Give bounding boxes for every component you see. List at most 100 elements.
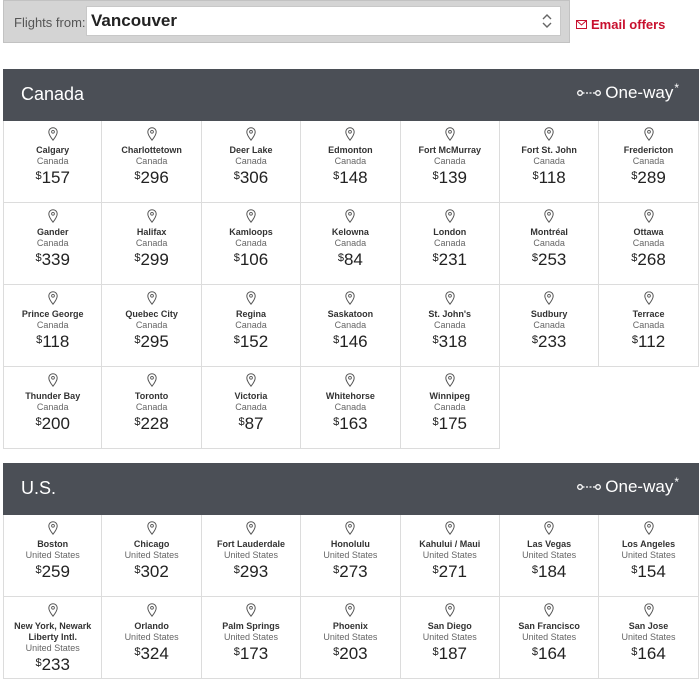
destination-card[interactable]: Palm Springs United States $173 — [201, 597, 302, 679]
destination-card[interactable]: San Jose United States $164 — [599, 597, 699, 679]
email-offers-link[interactable]: Email offers — [576, 16, 665, 32]
price-amount: 163 — [339, 414, 368, 433]
destination-card[interactable]: Orlando United States $324 — [102, 597, 202, 679]
destination-price: $112 — [599, 332, 697, 351]
destination-city: Edmonton — [328, 145, 373, 155]
destination-country: Canada — [533, 156, 565, 166]
destination-card[interactable]: Gander Canada $339 — [3, 203, 103, 285]
destination-card[interactable]: Prince George Canada $118 — [3, 285, 103, 367]
destination-city: Victoria — [234, 391, 268, 401]
destination-card[interactable]: Calgary Canada $157 — [3, 121, 103, 203]
destination-city: Kamloops — [229, 227, 273, 237]
destination-card[interactable]: Halifax Canada $299 — [102, 203, 202, 285]
destination-city: St. John's — [428, 309, 472, 319]
chevron-up-down-icon — [542, 14, 552, 28]
destinations-grid: Boston United States $259 Chicago United Sta… — [3, 515, 699, 679]
destination-card[interactable]: Chicago United States $302 — [102, 515, 202, 597]
price-amount: 184 — [538, 562, 567, 581]
destination-card[interactable]: Fort Lauderdale United States $293 — [201, 515, 302, 597]
destination-card[interactable]: Saskatoon Canada $146 — [301, 285, 401, 367]
map-pin-icon — [47, 127, 58, 141]
map-pin-icon — [146, 291, 157, 305]
map-pin-icon — [47, 603, 58, 617]
destination-price: $84 — [301, 250, 399, 269]
destination-card[interactable]: Kahului / Maui United States $271 — [400, 515, 500, 597]
destination-price: $163 — [301, 414, 399, 433]
destination-card[interactable]: Winnipeg Canada $175 — [400, 367, 500, 449]
destination-city: London — [433, 227, 467, 237]
destination-card[interactable]: London Canada $231 — [400, 203, 500, 285]
destination-card[interactable]: New York, Newark Liberty Intl. United Sta… — [3, 597, 103, 679]
destination-card[interactable]: Las Vegas United States $184 — [499, 515, 600, 597]
destination-price: $164 — [599, 644, 697, 663]
section-title: Canada — [21, 84, 85, 104]
destination-price: $187 — [401, 644, 499, 663]
destination-price: $173 — [202, 644, 300, 663]
destination-price: $148 — [301, 168, 399, 187]
destination-country: Canada — [235, 402, 267, 412]
destination-card[interactable]: Regina Canada $152 — [201, 285, 302, 367]
destination-card[interactable]: Terrace Canada $112 — [599, 285, 699, 367]
destination-card[interactable]: Deer Lake Canada $306 — [201, 121, 302, 203]
section-header: Canada One-way * — [3, 69, 699, 121]
destination-card[interactable]: Charlottetown Canada $296 — [102, 121, 202, 203]
destination-card[interactable]: Boston United States $259 — [3, 515, 103, 597]
destination-country: United States — [621, 550, 676, 560]
destination-card[interactable]: Fort St. John Canada $118 — [499, 121, 600, 203]
price-amount: 293 — [239, 562, 269, 581]
currency-symbol: $ — [333, 564, 340, 576]
destination-card[interactable]: Fredericton Canada $289 — [599, 121, 699, 203]
destination-card[interactable]: Montréal Canada $253 — [499, 203, 600, 285]
destination-card[interactable]: Whitehorse Canada $163 — [301, 367, 401, 449]
destination-card[interactable]: Toronto Canada $228 — [102, 367, 202, 449]
route-icon — [577, 90, 602, 96]
origin-select[interactable]: Vancouver — [86, 6, 561, 36]
destination-country: Canada — [36, 402, 69, 412]
destination-card[interactable]: San Francisco United States $164 — [499, 597, 600, 679]
map-pin-icon — [47, 291, 58, 305]
asterisk: * — [674, 475, 679, 489]
map-pin-icon — [246, 209, 256, 223]
currency-symbol: $ — [631, 334, 639, 346]
destination-card[interactable]: Edmonton Canada $148 — [301, 121, 401, 203]
destination-country: United States — [522, 632, 577, 642]
destination-city: Fort St. John — [521, 145, 577, 155]
destination-city: Boston — [37, 539, 69, 549]
destination-country: Canada — [433, 402, 466, 412]
map-pin-icon — [445, 603, 455, 617]
destination-country: United States — [621, 632, 676, 642]
origin-bar: Flights from: Vancouver — [3, 0, 570, 43]
destination-card[interactable]: Kamloops Canada $106 — [201, 203, 302, 285]
destination-card[interactable]: Kelowna Canada $84 — [301, 203, 401, 285]
currency-symbol: $ — [337, 252, 344, 264]
destination-price: $339 — [4, 250, 101, 269]
destination-card[interactable]: Ottawa Canada $268 — [599, 203, 699, 285]
destination-card[interactable]: Phoenix United States $203 — [301, 597, 401, 679]
currency-symbol: $ — [631, 564, 638, 576]
destination-card[interactable]: Thunder Bay Canada $200 — [3, 367, 103, 449]
price-amount: 118 — [538, 168, 566, 187]
destination-card[interactable]: San Diego United States $187 — [400, 597, 500, 679]
currency-symbol: $ — [333, 334, 340, 346]
destination-card[interactable]: Los Angeles United States $154 — [599, 515, 699, 597]
price-amount: 259 — [41, 562, 70, 581]
trip-type-label: One-way — [605, 477, 674, 496]
destination-card[interactable]: Fort McMurray Canada $139 — [400, 121, 500, 203]
price-amount: 157 — [41, 168, 70, 187]
destination-country: United States — [422, 632, 477, 642]
price-amount: 253 — [538, 250, 567, 269]
currency-symbol: $ — [432, 416, 439, 428]
destination-price: $106 — [202, 250, 300, 269]
destination-price: $200 — [4, 414, 101, 433]
price-amount: 112 — [638, 332, 666, 351]
price-amount: 148 — [339, 168, 368, 187]
destination-card[interactable]: Victoria Canada $87 — [201, 367, 302, 449]
destination-card[interactable]: St. John's Canada $318 — [400, 285, 500, 367]
destination-country: Canada — [235, 238, 267, 248]
destination-card[interactable]: Quebec City Canada $295 — [102, 285, 202, 367]
currency-symbol: $ — [35, 657, 42, 669]
destination-card[interactable]: Honolulu United States $273 — [301, 515, 401, 597]
destination-price: $231 — [401, 250, 499, 269]
destination-country: Canada — [36, 238, 69, 248]
destination-card[interactable]: Sudbury Canada $233 — [499, 285, 600, 367]
